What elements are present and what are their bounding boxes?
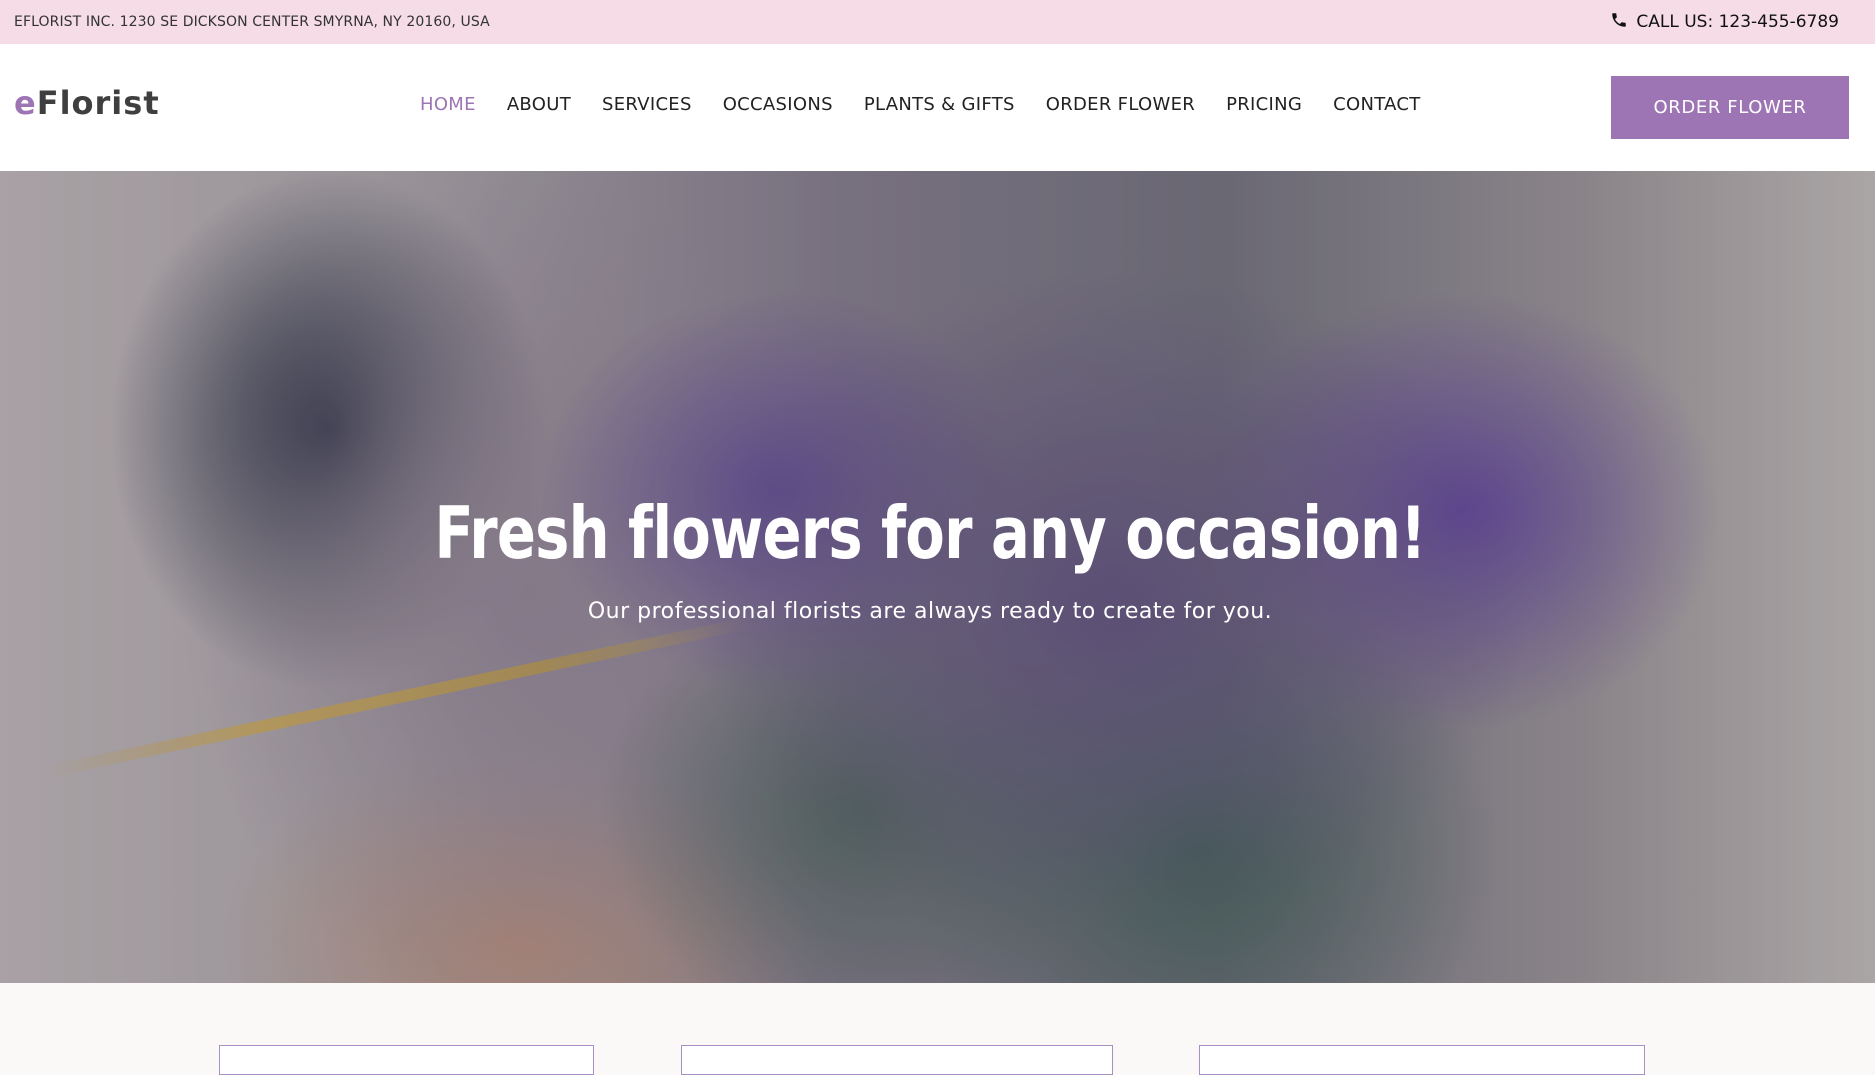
logo-prefix: e (14, 84, 37, 122)
feature-card (1199, 1045, 1645, 1075)
nav-contact[interactable]: CONTACT (1333, 94, 1420, 115)
nav-occasions[interactable]: OCCASIONS (723, 94, 833, 115)
hero-banner: Fresh flowers for any occasion! Our prof… (0, 171, 1875, 983)
call-us-text: CALL US: 123-455-6789 (1636, 12, 1839, 32)
hero-image-overlay (0, 171, 1875, 983)
nav-services[interactable]: SERVICES (602, 94, 692, 115)
address-text: EFLORIST INC. 1230 SE DICKSON CENTER SMY… (14, 14, 490, 30)
top-info-bar: EFLORIST INC. 1230 SE DICKSON CENTER SMY… (0, 0, 1875, 44)
site-header: eFlorist HOME ABOUT SERVICES OCCASIONS P… (0, 44, 1875, 171)
logo[interactable]: eFlorist (14, 84, 160, 122)
feature-cards (0, 1045, 1875, 1075)
order-flower-button[interactable]: ORDER FLOWER (1611, 76, 1849, 139)
nav-plants-gifts[interactable]: PLANTS & GIFTS (864, 94, 1015, 115)
logo-text: Florist (36, 84, 160, 122)
hero-title: Fresh flowers for any occasion! (434, 491, 1426, 575)
feature-card (219, 1045, 594, 1075)
main-nav: HOME ABOUT SERVICES OCCASIONS PLANTS & G… (420, 94, 1452, 115)
hero-subtitle: Our professional florists are always rea… (587, 599, 1273, 624)
phone-icon (1610, 11, 1628, 34)
feature-card (681, 1045, 1113, 1075)
nav-pricing[interactable]: PRICING (1226, 94, 1302, 115)
nav-home[interactable]: HOME (420, 94, 476, 115)
nav-about[interactable]: ABOUT (507, 94, 571, 115)
call-us[interactable]: CALL US: 123-455-6789 (1610, 11, 1839, 34)
nav-order-flower[interactable]: ORDER FLOWER (1046, 94, 1195, 115)
